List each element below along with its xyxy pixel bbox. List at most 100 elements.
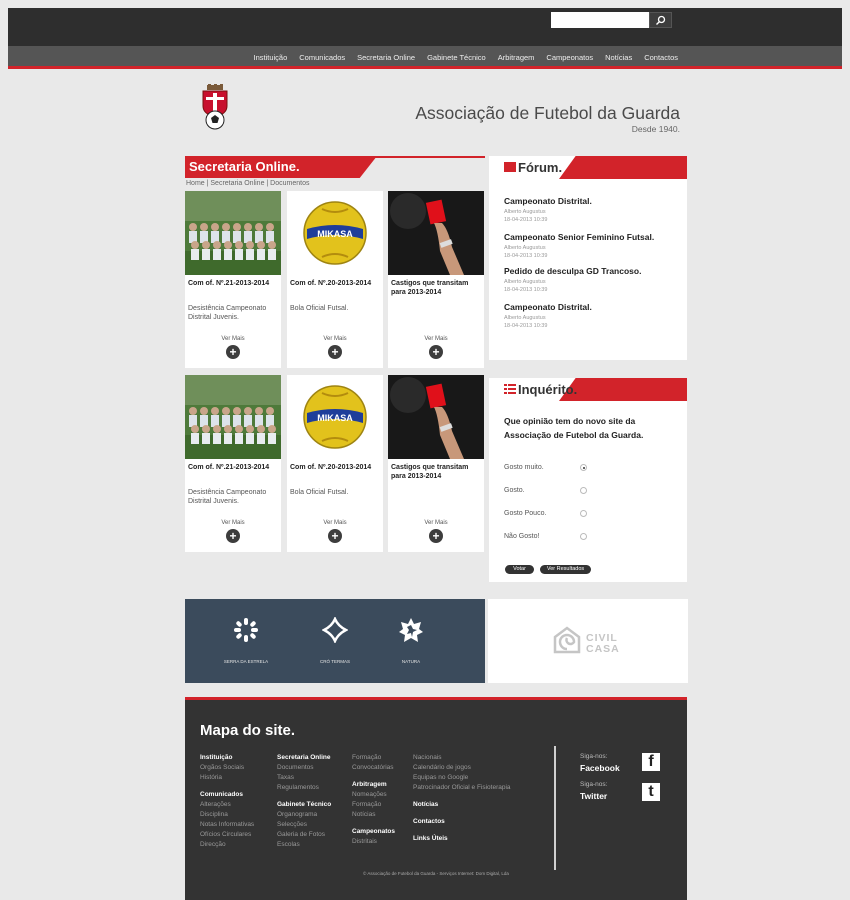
sitemap-link[interactable]: Nomeações — [352, 790, 395, 800]
card-title[interactable]: Castigos que transitam para 2013-2014 — [391, 463, 483, 481]
search-input[interactable] — [551, 12, 649, 28]
sitemap-link[interactable]: Notícias — [352, 810, 395, 820]
sitemap-link[interactable]: Notícias — [413, 800, 511, 810]
sitemap-link[interactable]: Campeonatos — [352, 827, 395, 837]
document-card[interactable]: Com of. Nº.21-2013-2014 Desistência Campe… — [185, 375, 281, 552]
team-photo[interactable] — [185, 375, 281, 459]
ball-photo[interactable]: MIKASA — [287, 191, 383, 275]
card-title[interactable]: Com of. Nº.20-2013-2014 — [290, 279, 382, 288]
nav-item-noticias[interactable]: Notícias — [605, 53, 632, 62]
sitemap-link[interactable]: Alterações — [200, 800, 254, 810]
nav-item-contactos[interactable]: Contactos — [644, 53, 678, 62]
partner-logo-serra-estrela[interactable]: SERRA DA ESTRELA — [216, 617, 276, 664]
partner-label: NATURA — [401, 659, 421, 664]
see-more-link[interactable]: Ver Mais — [388, 520, 484, 526]
document-card[interactable]: Com of. Nº.21-2013-2014 Desistência Campe… — [185, 191, 281, 368]
sitemap-link[interactable]: Disciplina — [200, 810, 254, 820]
sitemap-link[interactable]: Contactos — [413, 817, 511, 827]
sitemap-link[interactable]: Links Úteis — [413, 834, 511, 844]
plus-circle-icon[interactable]: + — [226, 529, 240, 543]
forum-item-date: 18-04-2013 10:39 — [504, 217, 548, 223]
breadcrumb[interactable]: Home | Secretaria Online | Documentos — [186, 180, 309, 187]
sitemap-link[interactable]: Calendário de jogos — [413, 763, 511, 773]
sitemap-link[interactable]: Selecções — [277, 820, 331, 830]
nav-item-gabinete-tecnico[interactable]: Gabinete Técnico — [427, 53, 486, 62]
sitemap-link[interactable]: Arbitragem — [352, 780, 395, 790]
plus-circle-icon[interactable]: + — [429, 529, 443, 543]
team-photo[interactable] — [185, 191, 281, 275]
sitemap-link[interactable]: Ofícios Circulares — [200, 830, 254, 840]
red-card-photo[interactable] — [388, 375, 484, 459]
twitter-icon[interactable]: t — [642, 783, 660, 801]
sitemap-link[interactable]: Comunicados — [200, 790, 254, 800]
civil-casa-logo[interactable]: CIVIL CASA — [586, 633, 620, 655]
card-title[interactable]: Com of. Nº.21-2013-2014 — [188, 279, 280, 288]
site-footer: Mapa do site. Instituição Orgãos Sociais H… — [185, 697, 687, 900]
forum-item[interactable]: Campeonato Distrital. Alberto Augustus 1… — [504, 302, 682, 330]
sitemap-link[interactable]: Patrocinador Oficial e Fisioterapia — [413, 783, 511, 793]
nav-item-secretaria-online[interactable]: Secretaria Online — [357, 53, 415, 62]
search-button[interactable] — [649, 12, 672, 28]
sitemap-link[interactable]: Documentos — [277, 763, 331, 773]
vote-button[interactable]: Votar — [505, 565, 534, 574]
partner-logo-cro-termas[interactable]: CRÓ TERMAS — [305, 615, 365, 664]
card-title[interactable]: Castigos que transitam para 2013-2014 — [391, 279, 483, 297]
svg-text:MIKASA: MIKASA — [317, 229, 353, 239]
red-card-photo[interactable] — [388, 191, 484, 275]
see-more-link[interactable]: Ver Mais — [287, 336, 383, 342]
plus-circle-icon[interactable]: + — [226, 345, 240, 359]
plus-circle-icon[interactable]: + — [328, 529, 342, 543]
see-more-link[interactable]: Ver Mais — [185, 336, 281, 342]
poll-option-radio[interactable] — [580, 533, 587, 540]
sitemap-link[interactable]: Regulamentos — [277, 783, 331, 793]
poll-option-radio[interactable] — [580, 510, 587, 517]
sitemap-link[interactable]: Gabinete Técnico — [277, 800, 331, 810]
facebook-icon[interactable]: f — [642, 753, 660, 771]
sitemap-link[interactable]: História — [200, 773, 254, 783]
document-card[interactable]: Castigos que transitam para 2013-2014 Ver… — [388, 375, 484, 552]
sitemap-link[interactable]: Formação — [352, 753, 395, 763]
sitemap-link[interactable]: Instituição — [200, 753, 254, 763]
sitemap-link[interactable]: Taxas — [277, 773, 331, 783]
card-title[interactable]: Com of. Nº.20-2013-2014 — [290, 463, 382, 472]
plus-circle-icon[interactable]: + — [328, 345, 342, 359]
sitemap-link[interactable]: Galeria de Fotos — [277, 830, 331, 840]
forum-item[interactable]: Campeonato Distrital. Alberto Augustus 1… — [504, 196, 682, 224]
document-card[interactable]: MIKASA Com of. Nº.20-2013-2014 Bola Oficia… — [287, 375, 383, 552]
sitemap-link[interactable]: Secretaria Online — [277, 753, 331, 763]
twitter-link[interactable]: Twitter — [580, 791, 607, 801]
sitemap-link[interactable]: Escolas — [277, 840, 331, 850]
plus-circle-icon[interactable]: + — [429, 345, 443, 359]
house-spiral-icon[interactable] — [552, 625, 582, 655]
nav-item-instituicao[interactable]: Instituição — [253, 53, 287, 62]
sitemap-link[interactable]: Equipas no Google — [413, 773, 511, 783]
poll-option-radio[interactable] — [580, 464, 587, 471]
document-card[interactable]: Castigos que transitam para 2013-2014 Ver… — [388, 191, 484, 368]
association-crest-logo[interactable] — [198, 84, 232, 130]
ball-photo[interactable]: MIKASA — [287, 375, 383, 459]
sitemap-link[interactable]: Direcção — [200, 840, 254, 850]
sitemap-link[interactable]: Notas Informativas — [200, 820, 254, 830]
forum-item[interactable]: Campeonato Senior Feminino Futsal. Alber… — [504, 232, 682, 260]
forum-item-title: Pedido de desculpa GD Trancoso. — [504, 266, 642, 276]
sitemap-link[interactable]: Nacionais — [413, 753, 511, 763]
sitemap-link[interactable]: Orgãos Sociais — [200, 763, 254, 773]
sitemap-link[interactable]: Formação — [352, 800, 395, 810]
nav-item-arbitragem[interactable]: Arbitragem — [498, 53, 535, 62]
sitemap-link[interactable]: Convocatórias — [352, 763, 395, 773]
card-title[interactable]: Com of. Nº.21-2013-2014 — [188, 463, 280, 472]
document-card[interactable]: MIKASA Com of. Nº.20-2013-2014 Bola Oficia… — [287, 191, 383, 368]
sitemap-link[interactable]: Distritais — [352, 837, 395, 847]
see-results-button[interactable]: Ver Resultados — [540, 565, 591, 574]
follow-label: Siga-nos: — [580, 753, 608, 760]
facebook-link[interactable]: Facebook — [580, 763, 620, 773]
nav-item-comunicados[interactable]: Comunicados — [299, 53, 345, 62]
nav-item-campeonatos[interactable]: Campeonatos — [546, 53, 593, 62]
poll-option-radio[interactable] — [580, 487, 587, 494]
sitemap-link[interactable]: Organograma — [277, 810, 331, 820]
forum-item[interactable]: Pedido de desculpa GD Trancoso. Alberto … — [504, 266, 682, 294]
see-more-link[interactable]: Ver Mais — [287, 520, 383, 526]
see-more-link[interactable]: Ver Mais — [388, 336, 484, 342]
see-more-link[interactable]: Ver Mais — [185, 520, 281, 526]
partner-logo-natura[interactable]: NATURA — [381, 617, 441, 664]
